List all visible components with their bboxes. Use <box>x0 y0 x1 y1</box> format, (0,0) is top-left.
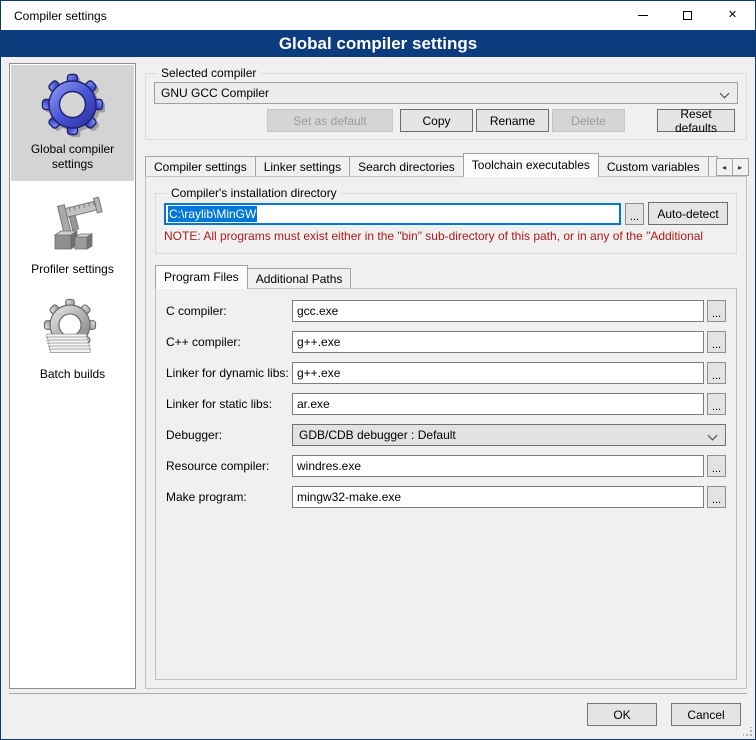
sidebar-item-label: Global compiler settings <box>18 142 128 172</box>
static-linker-row: Linker for static libs: ... <box>166 393 726 415</box>
titlebar: Compiler settings ✕ <box>1 1 755 30</box>
tab-compiler-settings[interactable]: Compiler settings <box>145 156 256 176</box>
resource-compiler-input[interactable] <box>292 455 704 477</box>
resource-compiler-row: Resource compiler: ... <box>166 455 726 477</box>
tab-custom-variables[interactable]: Custom variables <box>598 156 709 176</box>
dialog-content: Global compiler settings <box>1 57 755 693</box>
category-list: Global compiler settings <box>9 63 136 689</box>
compiler-buttons: Set as default Copy Rename Delete Reset … <box>154 109 738 132</box>
c-compiler-row: C compiler: ... <box>166 300 726 322</box>
sidebar-item-label: Batch builds <box>18 367 128 382</box>
close-button[interactable]: ✕ <box>710 1 755 30</box>
installation-dir-input[interactable]: C:\raylib\MinGW <box>164 203 621 225</box>
browse-c-compiler-button[interactable]: ... <box>707 300 726 322</box>
window-title: Compiler settings <box>1 9 107 23</box>
sidebar-item-label: Profiler settings <box>18 262 128 277</box>
tab-linker-settings[interactable]: Linker settings <box>255 156 350 176</box>
maximize-button[interactable] <box>665 1 710 30</box>
maximize-icon <box>683 11 692 20</box>
chevron-down-icon <box>708 431 718 441</box>
debugger-row: Debugger: GDB/CDB debugger : Default <box>166 424 726 446</box>
set-as-default-button: Set as default <box>267 109 393 132</box>
static-linker-input[interactable] <box>292 393 704 415</box>
browse-resource-compiler-button[interactable]: ... <box>707 455 726 477</box>
settings-tabstrip: Compiler settings Linker settings Search… <box>145 152 747 176</box>
minimize-icon <box>638 15 648 16</box>
debugger-select[interactable]: GDB/CDB debugger : Default <box>292 424 726 446</box>
compiler-select-value: GNU GCC Compiler <box>161 86 269 100</box>
make-program-input[interactable] <box>292 486 704 508</box>
subtab-program-files[interactable]: Program Files <box>155 265 248 289</box>
browse-dynamic-linker-button[interactable]: ... <box>707 362 726 384</box>
dialog-footer: OK Cancel <box>1 694 755 739</box>
minimize-button[interactable] <box>620 1 665 30</box>
ok-button[interactable]: OK <box>587 703 657 726</box>
chevron-down-icon <box>720 89 730 99</box>
auto-detect-button[interactable]: Auto-detect <box>648 202 728 225</box>
sidebar-item-profiler-settings[interactable]: Profiler settings <box>11 185 134 286</box>
page-title: Global compiler settings <box>1 30 755 57</box>
browse-cpp-compiler-button[interactable]: ... <box>707 331 726 353</box>
c-compiler-label: C compiler: <box>166 304 292 318</box>
make-program-label: Make program: <box>166 490 292 504</box>
tab-toolchain-executables[interactable]: Toolchain executables <box>463 153 599 177</box>
browse-dir-button[interactable]: ... <box>625 203 644 225</box>
installation-directory-group: Compiler's installation directory C:\ray… <box>155 186 737 254</box>
resource-compiler-label: Resource compiler: <box>166 459 292 473</box>
caliper-icon <box>41 193 105 257</box>
dynamic-linker-row: Linker for dynamic libs: ... <box>166 362 726 384</box>
gear-stack-icon <box>41 298 105 362</box>
program-files-panel: C compiler: ... C++ compiler: ... Linker… <box>155 288 737 680</box>
main-panel: Selected compiler GNU GCC Compiler Set a… <box>145 63 747 689</box>
left-arrow-icon: ◂ <box>722 163 726 172</box>
c-compiler-input[interactable] <box>292 300 704 322</box>
tab-search-directories[interactable]: Search directories <box>349 156 464 176</box>
delete-button: Delete <box>552 109 625 132</box>
window-controls: ✕ <box>620 1 755 30</box>
sidebar-item-batch-builds[interactable]: Batch builds <box>11 290 134 391</box>
debugger-select-value: GDB/CDB debugger : Default <box>299 428 456 442</box>
browse-make-program-button[interactable]: ... <box>707 486 726 508</box>
browse-static-linker-button[interactable]: ... <box>707 393 726 415</box>
compiler-settings-window: Compiler settings ✕ Global compiler sett… <box>0 0 756 740</box>
close-icon: ✕ <box>728 10 737 21</box>
toolchain-executables-panel: Compiler's installation directory C:\ray… <box>145 176 747 689</box>
tab-scroll-arrows: ◂ ▸ <box>717 158 749 176</box>
cancel-button[interactable]: Cancel <box>671 703 741 726</box>
rename-button[interactable]: Rename <box>476 109 549 132</box>
reset-defaults-button[interactable]: Reset defaults <box>657 109 735 132</box>
program-files-tabstrip: Program Files Additional Paths <box>155 264 737 288</box>
dynamic-linker-input[interactable] <box>292 362 704 384</box>
dynamic-linker-label: Linker for dynamic libs: <box>166 366 292 380</box>
bin-subdirectory-note: NOTE: All programs must exist either in … <box>164 229 728 243</box>
resize-grip[interactable] <box>743 727 753 737</box>
cpp-compiler-label: C++ compiler: <box>166 335 292 349</box>
selected-compiler-legend: Selected compiler <box>157 66 260 80</box>
copy-button[interactable]: Copy <box>400 109 473 132</box>
static-linker-label: Linker for static libs: <box>166 397 292 411</box>
installation-dir-value: C:\raylib\MinGW <box>168 206 257 222</box>
blue-gear-icon <box>41 73 105 137</box>
selected-compiler-group: Selected compiler GNU GCC Compiler Set a… <box>145 66 747 140</box>
subtab-additional-paths[interactable]: Additional Paths <box>247 268 352 288</box>
sidebar-item-global-compiler-settings[interactable]: Global compiler settings <box>11 65 134 181</box>
tab-scroll-left-button[interactable]: ◂ <box>716 158 733 176</box>
debugger-label: Debugger: <box>166 428 292 442</box>
installation-directory-row: C:\raylib\MinGW ... Auto-detect <box>164 202 728 225</box>
installation-directory-legend: Compiler's installation directory <box>167 186 341 200</box>
tab-scroll-right-button[interactable]: ▸ <box>732 158 749 176</box>
make-program-row: Make program: ... <box>166 486 726 508</box>
cpp-compiler-row: C++ compiler: ... <box>166 331 726 353</box>
compiler-select[interactable]: GNU GCC Compiler <box>154 82 738 104</box>
right-arrow-icon: ▸ <box>738 163 742 172</box>
cpp-compiler-input[interactable] <box>292 331 704 353</box>
